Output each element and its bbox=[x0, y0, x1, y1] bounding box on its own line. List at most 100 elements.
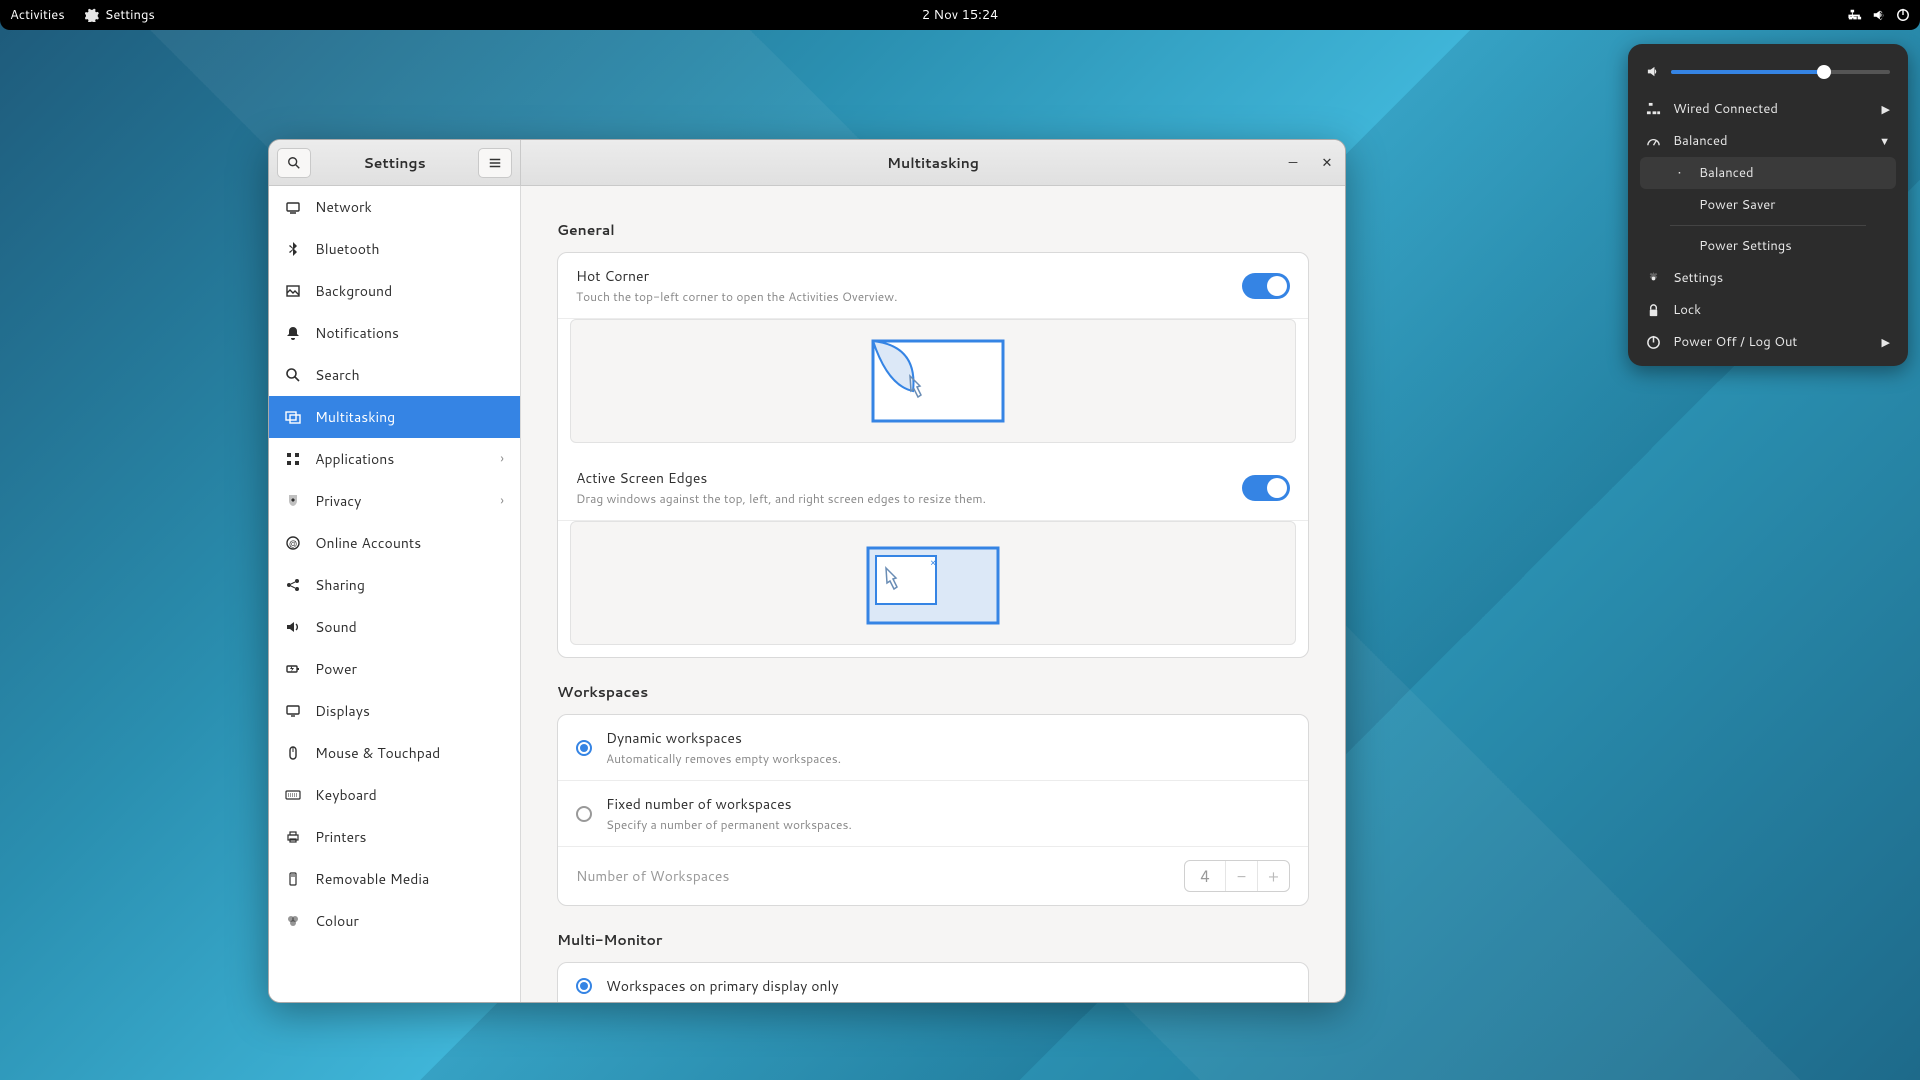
sidebar-item-label: Privacy bbox=[315, 491, 361, 511]
sidebar-item-label: Printers bbox=[315, 827, 367, 847]
sound-icon bbox=[285, 619, 301, 635]
top-bar: Activities Settings 2 Nov 15:24 bbox=[0, 0, 1920, 30]
workspaces-value: 4 bbox=[1185, 861, 1225, 891]
sidebar-item-notifications[interactable]: Notifications bbox=[269, 312, 520, 354]
sidebar-item-label: Colour bbox=[315, 911, 359, 931]
settings-sidebar: Network Bluetooth Background Notifications S… bbox=[269, 186, 521, 1002]
sidebar-item-label: Multitasking bbox=[315, 407, 395, 427]
sidebar-item-power[interactable]: Power bbox=[269, 648, 520, 690]
close-button[interactable]: ✕ bbox=[1317, 153, 1337, 173]
switch-hot-corner[interactable] bbox=[1242, 273, 1290, 299]
chevron-right-icon: ▶ bbox=[1882, 334, 1890, 350]
row-hot-corner: Hot Corner Touch the top-left corner to … bbox=[558, 253, 1308, 319]
sidebar-item-label: Power bbox=[315, 659, 357, 679]
sidebar-item-sharing[interactable]: Sharing bbox=[269, 564, 520, 606]
sidebar-item-background[interactable]: Background bbox=[269, 270, 520, 312]
menu-profile-balanced[interactable]: • Balanced bbox=[1640, 157, 1896, 189]
menu-profile-power-saver[interactable]: Power Saver bbox=[1640, 189, 1896, 221]
menu-power-settings[interactable]: Power Settings bbox=[1640, 230, 1896, 262]
sidebar-item-displays[interactable]: Displays bbox=[269, 690, 520, 732]
sidebar-title: Settings bbox=[317, 153, 472, 173]
bell-icon bbox=[285, 325, 301, 341]
network-icon bbox=[285, 199, 301, 215]
chevron-right-icon: ▶ bbox=[1882, 101, 1890, 117]
menu-settings[interactable]: Settings bbox=[1640, 262, 1896, 294]
bluetooth-icon bbox=[285, 241, 301, 257]
sidebar-item-network[interactable]: Network bbox=[269, 186, 520, 228]
power-icon bbox=[285, 661, 301, 677]
group-multi-monitor: Multi-Monitor bbox=[557, 930, 1309, 950]
row-number-workspaces: Number of Workspaces 4 − + bbox=[558, 847, 1308, 905]
sidebar-item-privacy[interactable]: Privacy› bbox=[269, 480, 520, 522]
search-icon bbox=[285, 367, 301, 383]
radio-dynamic[interactable] bbox=[576, 740, 592, 756]
decrement-button[interactable]: − bbox=[1225, 861, 1257, 891]
displays-icon bbox=[285, 703, 301, 719]
accounts-icon: @ bbox=[285, 535, 301, 551]
sidebar-item-printers[interactable]: Printers bbox=[269, 816, 520, 858]
power-icon bbox=[1896, 8, 1910, 22]
card-workspaces: Dynamic workspaces Automatically removes… bbox=[557, 714, 1309, 906]
system-menu-popover: Wired Connected▶ Balanced▼ • Balanced Po… bbox=[1628, 44, 1908, 366]
workspaces-spinbutton: 4 − + bbox=[1184, 860, 1290, 892]
sidebar-item-label: Sound bbox=[315, 617, 357, 637]
row-dynamic-workspaces[interactable]: Dynamic workspaces Automatically removes… bbox=[558, 715, 1308, 781]
bullet-icon: • bbox=[1672, 165, 1687, 181]
multitask-icon bbox=[285, 409, 301, 425]
app-menu[interactable]: Settings bbox=[85, 6, 155, 24]
sidebar-item-mouse-touchpad[interactable]: Mouse & Touchpad bbox=[269, 732, 520, 774]
privacy-icon bbox=[285, 493, 301, 509]
keyboard-icon bbox=[285, 787, 301, 803]
menu-power-profile[interactable]: Balanced▼ bbox=[1640, 125, 1896, 157]
content-title: Multitasking bbox=[887, 153, 979, 173]
sidebar-item-label: Online Accounts bbox=[315, 533, 421, 553]
sidebar-item-applications[interactable]: Applications› bbox=[269, 438, 520, 480]
sidebar-item-online-accounts[interactable]: @ Online Accounts bbox=[269, 522, 520, 564]
menu-power-off[interactable]: Power Off / Log Out▶ bbox=[1640, 326, 1896, 358]
row-active-edges: Active Screen Edges Drag windows against… bbox=[558, 455, 1308, 521]
network-icon bbox=[1848, 8, 1862, 22]
mouse-icon bbox=[285, 745, 301, 761]
minimize-button[interactable]: — bbox=[1283, 153, 1303, 173]
sidebar-item-bluetooth[interactable]: Bluetooth bbox=[269, 228, 520, 270]
sidebar-item-search[interactable]: Search bbox=[269, 354, 520, 396]
sidebar-item-sound[interactable]: Sound bbox=[269, 606, 520, 648]
activities-button[interactable]: Activities bbox=[10, 6, 65, 24]
chevron-right-icon: › bbox=[500, 450, 504, 468]
speedometer-icon bbox=[1646, 134, 1661, 149]
card-general: Hot Corner Touch the top-left corner to … bbox=[557, 252, 1309, 658]
sidebar-item-removable-media[interactable]: Removable Media bbox=[269, 858, 520, 900]
volume-icon bbox=[1872, 8, 1886, 22]
background-icon bbox=[285, 283, 301, 299]
search-button[interactable] bbox=[277, 148, 311, 178]
sidebar-item-label: Notifications bbox=[315, 323, 399, 343]
sidebar-item-label: Sharing bbox=[315, 575, 365, 595]
menu-wired-connected[interactable]: Wired Connected▶ bbox=[1640, 93, 1896, 125]
power-icon bbox=[1646, 335, 1661, 350]
volume-slider[interactable] bbox=[1671, 70, 1890, 74]
sidebar-item-label: Background bbox=[315, 281, 392, 301]
row-primary-only[interactable]: Workspaces on primary display only bbox=[558, 963, 1308, 1002]
volume-row bbox=[1640, 60, 1896, 93]
network-icon bbox=[1646, 102, 1661, 117]
volume-icon bbox=[1646, 64, 1661, 79]
illustration-hot-corner bbox=[570, 319, 1296, 443]
sidebar-item-keyboard[interactable]: Keyboard bbox=[269, 774, 520, 816]
system-status-area[interactable] bbox=[1848, 8, 1910, 22]
radio-primary-only[interactable] bbox=[576, 978, 592, 994]
menu-lock[interactable]: Lock bbox=[1640, 294, 1896, 326]
sidebar-item-label: Network bbox=[315, 197, 372, 217]
sidebar-item-multitasking[interactable]: Multitasking bbox=[269, 396, 520, 438]
group-general: General bbox=[557, 220, 1309, 240]
svg-text:×: × bbox=[930, 556, 936, 570]
clock[interactable]: 2 Nov 15:24 bbox=[922, 6, 999, 24]
gear-icon bbox=[1646, 271, 1661, 286]
menu-button[interactable] bbox=[478, 148, 512, 178]
sidebar-item-colour[interactable]: Colour bbox=[269, 900, 520, 942]
row-fixed-workspaces[interactable]: Fixed number of workspaces Specify a num… bbox=[558, 781, 1308, 847]
switch-active-edges[interactable] bbox=[1242, 475, 1290, 501]
increment-button[interactable]: + bbox=[1257, 861, 1289, 891]
card-multi-monitor: Workspaces on primary display only bbox=[557, 962, 1309, 1002]
gear-icon bbox=[85, 8, 99, 22]
radio-fixed[interactable] bbox=[576, 806, 592, 822]
